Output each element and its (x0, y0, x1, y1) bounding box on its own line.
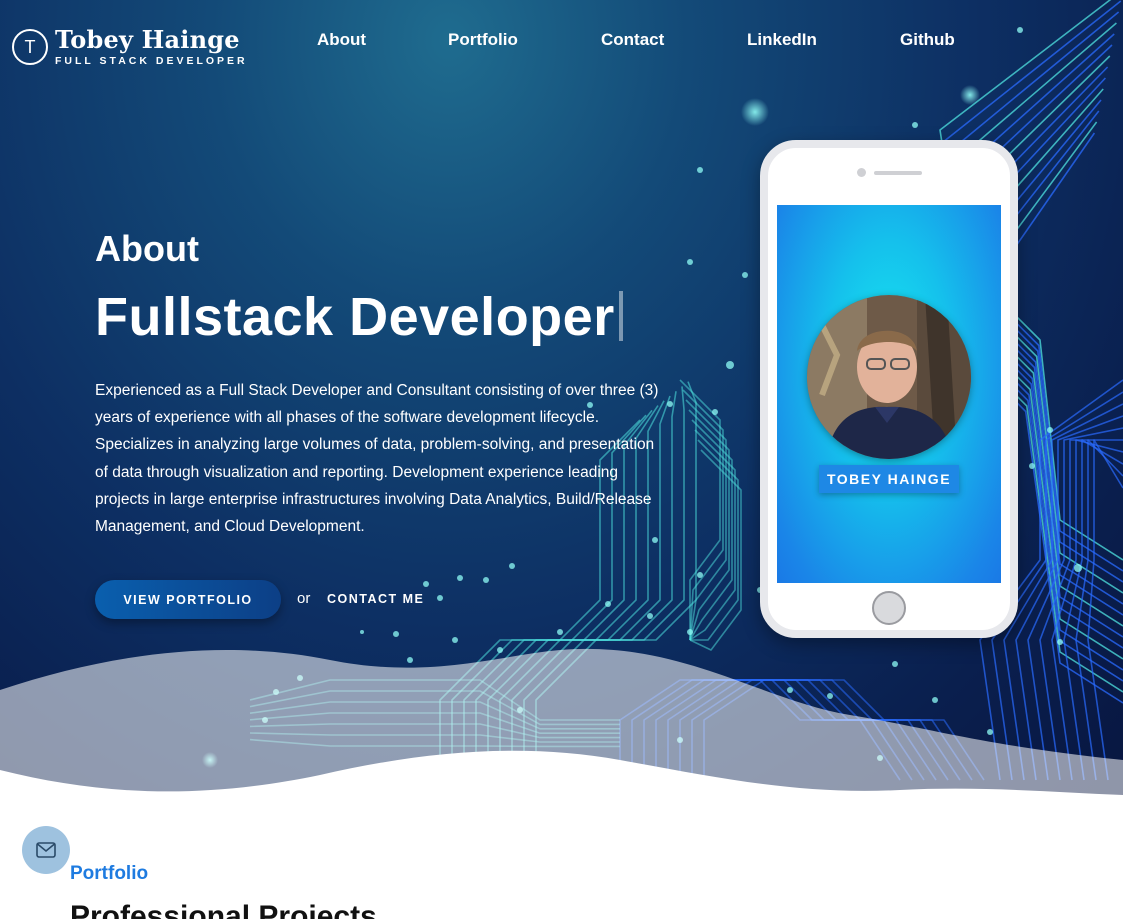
avatar (807, 295, 971, 459)
glow-dot (892, 661, 898, 667)
glow-dot (393, 631, 399, 637)
nav-link-about[interactable]: About (317, 30, 366, 50)
glow-dot (483, 577, 489, 583)
glow-dot (605, 601, 611, 607)
glow-dot (407, 657, 413, 663)
hero-title: Fullstack Developer (95, 286, 623, 348)
top-nav: About Portfolio Contact LinkedIn Github (0, 30, 1123, 50)
glow-dot (741, 98, 769, 126)
glow-dot (423, 581, 429, 587)
mail-icon (36, 842, 56, 858)
mail-button[interactable] (22, 826, 70, 874)
glow-dot (457, 575, 463, 581)
logo-subtitle: FULL STACK DEVELOPER (55, 55, 248, 67)
hero-section-label: About (95, 228, 199, 269)
phone-camera (857, 168, 866, 177)
glow-dot (360, 630, 364, 634)
glow-dot (697, 572, 703, 578)
glow-dot (932, 697, 938, 703)
circuit-trace (1087, 439, 1123, 781)
profile-photo (807, 295, 971, 459)
glow-dot (687, 259, 693, 265)
glow-dot (1029, 463, 1035, 469)
glow-dot (697, 167, 703, 173)
circuit-trace (690, 439, 739, 641)
hero-description: Experienced as a Full Stack Developer an… (95, 382, 659, 536)
hero-section: T Tobey Hainge FULL STACK DEVELOPER Abou… (0, 0, 1123, 800)
view-portfolio-button[interactable]: VIEW PORTFOLIO (95, 580, 281, 619)
or-separator: or (297, 590, 311, 607)
glow-dot (509, 563, 515, 569)
glow-dot (726, 361, 734, 369)
phone-mockup: TOBEY HAINGE (760, 140, 1018, 638)
glow-dot (960, 85, 980, 105)
glow-dot (452, 637, 458, 643)
glow-dot (712, 409, 718, 415)
glow-dot (1047, 427, 1053, 433)
nav-link-portfolio[interactable]: Portfolio (448, 30, 518, 50)
glow-dot (742, 272, 748, 278)
portfolio-section-label: Portfolio (70, 863, 149, 884)
glow-dot (1074, 564, 1082, 572)
nav-link-github[interactable]: Github (900, 30, 955, 50)
phone-home-button (872, 591, 906, 625)
glow-dot (912, 122, 918, 128)
circuit-trace (679, 379, 721, 640)
phone-speaker (874, 171, 922, 175)
glow-dot (497, 647, 503, 653)
circuit-trace (682, 389, 724, 641)
glow-dot (827, 693, 833, 699)
glow-dot (437, 595, 443, 601)
portfolio-section-title: Professional Projects (70, 900, 377, 919)
glow-dot (1057, 639, 1063, 645)
nav-link-linkedin[interactable]: LinkedIn (747, 30, 817, 50)
phone-screen: TOBEY HAINGE (777, 205, 1001, 583)
typing-cursor (618, 291, 623, 341)
glow-dot (687, 629, 693, 635)
nav-link-contact[interactable]: Contact (601, 30, 664, 50)
glow-dot (987, 729, 993, 735)
glow-dot (667, 401, 673, 407)
circuit-trace (689, 449, 742, 651)
name-badge: TOBEY HAINGE (819, 465, 959, 493)
contact-me-link[interactable]: CONTACT ME (327, 592, 424, 606)
glow-dot (557, 629, 563, 635)
glow-dot (787, 687, 793, 693)
hero-title-text: Fullstack Developer (95, 287, 615, 347)
glow-dot (647, 613, 653, 619)
